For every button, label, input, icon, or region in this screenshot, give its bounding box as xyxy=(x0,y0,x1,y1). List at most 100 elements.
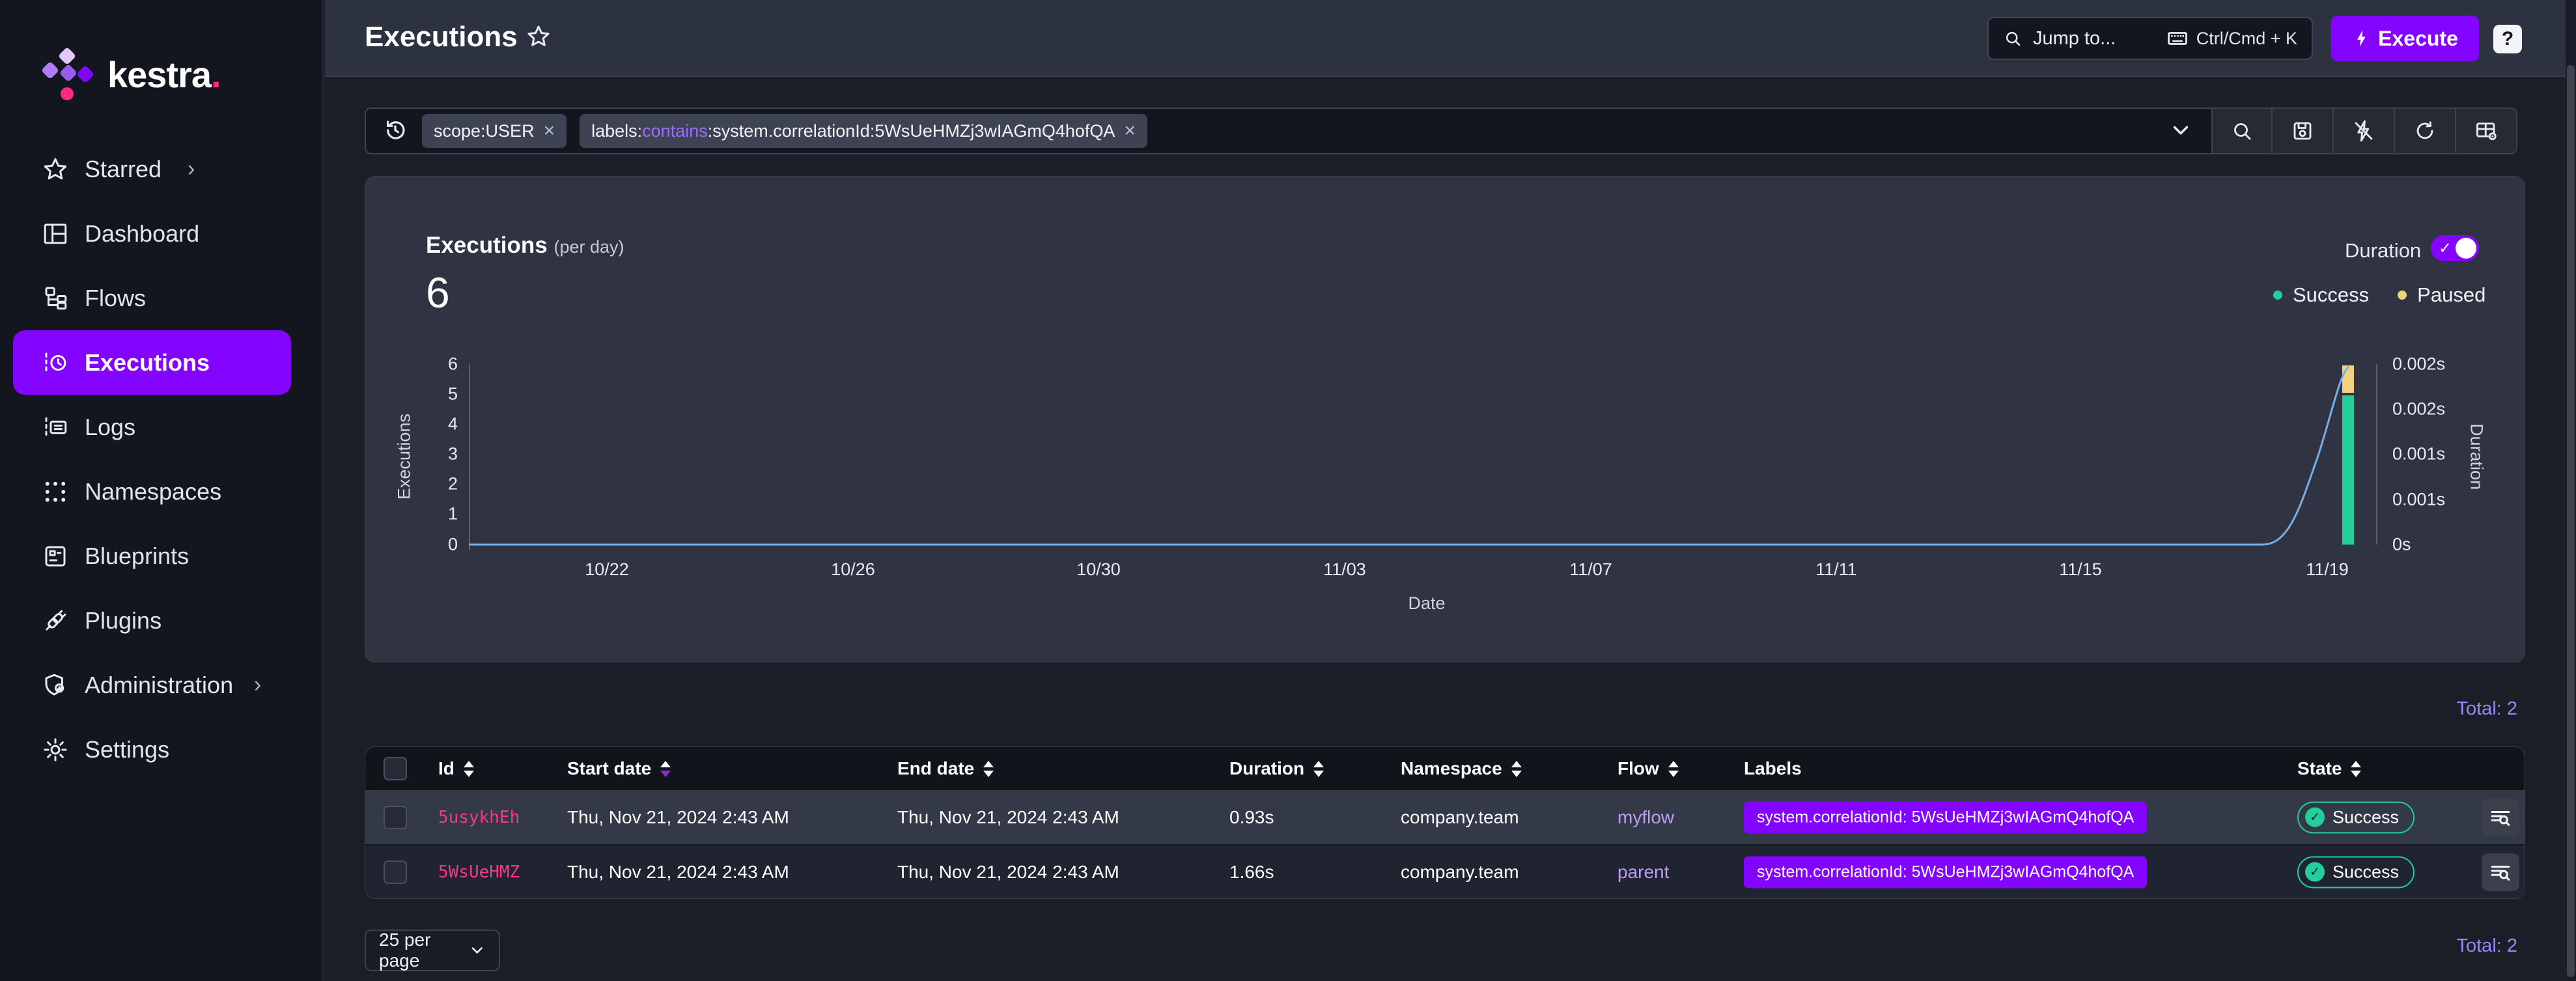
x-tick: 11/07 xyxy=(1569,560,1612,580)
administration-icon xyxy=(41,671,70,700)
keyboard-icon xyxy=(2166,27,2189,50)
filter-input[interactable]: scope:USER × labels:contains:system.corr… xyxy=(365,107,2211,154)
log-search-icon xyxy=(2489,806,2512,829)
chevron-down-icon[interactable] xyxy=(2168,118,2194,144)
sidebar-item-plugins[interactable]: Plugins xyxy=(13,588,291,653)
total-count-top: Total: 2 xyxy=(2322,698,2517,720)
legend-dot-success xyxy=(2273,291,2282,300)
label-chip[interactable]: system.correlationId: 5WsUeHMZj3wIAGmQ4h… xyxy=(1744,856,2147,888)
sidebar-item-dashboard[interactable]: Dashboard xyxy=(13,201,291,266)
chart-subtitle: (per day) xyxy=(553,237,624,257)
per-page-select[interactable]: 25 per page xyxy=(365,930,500,971)
table-row: 5WsUeHMZ Thu, Nov 21, 2024 2:43 AM Thu, … xyxy=(365,844,2525,898)
history-icon[interactable] xyxy=(383,118,409,144)
lightning-icon xyxy=(2352,29,2372,48)
row-details-button[interactable] xyxy=(2482,853,2519,891)
search-icon xyxy=(2003,29,2023,48)
x-axis-label: Date xyxy=(1408,593,1445,614)
column-header-flow[interactable]: Flow xyxy=(1617,758,1679,779)
column-header-start-date[interactable]: Start date xyxy=(567,758,671,779)
chart-title: Executions (per day) xyxy=(426,233,624,259)
sidebar-item-blueprints[interactable]: Blueprints xyxy=(13,524,291,588)
auto-refresh-off-button[interactable] xyxy=(2334,107,2395,154)
y-tick: 2 xyxy=(399,474,458,494)
column-header-duration[interactable]: Duration xyxy=(1229,758,1324,779)
column-header-end-date[interactable]: End date xyxy=(897,758,994,779)
sidebar-item-administration[interactable]: Administration › xyxy=(13,653,291,717)
chart-total: 6 xyxy=(426,268,450,317)
check-icon: ✓ xyxy=(2439,239,2452,258)
kestra-app: kestra. Starred › Dashboard Flows Execut… xyxy=(0,0,2576,981)
chart-plot[interactable] xyxy=(469,364,2377,550)
execution-id-link[interactable]: 5WsUeHMZ xyxy=(438,862,520,882)
right-tick: 0.001s xyxy=(2392,444,2445,464)
duration-toggle[interactable]: ✓ xyxy=(2431,235,2479,261)
y-tick: 1 xyxy=(399,504,458,524)
execution-id-link[interactable]: 5usykhEh xyxy=(438,808,520,827)
executions-icon xyxy=(41,348,70,377)
save-icon xyxy=(2291,119,2314,143)
column-header-state[interactable]: State xyxy=(2297,758,2361,779)
row-checkbox[interactable] xyxy=(384,806,407,829)
chevron-right-icon: › xyxy=(188,156,195,182)
flow-link[interactable]: myflow xyxy=(1617,807,1674,828)
check-icon: ✓ xyxy=(2305,808,2325,827)
kestra-logo[interactable]: kestra. xyxy=(36,47,221,102)
close-icon[interactable]: × xyxy=(1124,120,1136,142)
sort-icons xyxy=(2351,761,2361,777)
help-button[interactable]: ? xyxy=(2493,25,2522,53)
legend-item-success[interactable]: Success xyxy=(2273,283,2369,307)
jump-shortcut: Ctrl/Cmd + K xyxy=(2196,29,2297,49)
sidebar-nav: Starred › Dashboard Flows Executions Log… xyxy=(0,137,324,782)
chart-legend: Success Paused xyxy=(2273,283,2485,307)
jump-to-placeholder: Jump to... xyxy=(2033,28,2116,50)
x-tick: 11/03 xyxy=(1323,560,1366,580)
sidebar-item-settings[interactable]: Settings xyxy=(13,717,291,782)
row-details-button[interactable] xyxy=(2482,799,2519,836)
y-tick: 3 xyxy=(399,444,458,464)
duration-line xyxy=(469,367,2349,545)
label-chip[interactable]: system.correlationId: 5WsUeHMZj3wIAGmQ4h… xyxy=(1744,801,2147,833)
execute-button[interactable]: Execute xyxy=(2331,16,2479,61)
sort-icons xyxy=(1313,761,1324,777)
executions-chart-card: Executions (per day) 6 Duration ✓ Succes… xyxy=(365,176,2525,662)
x-tick: 10/22 xyxy=(585,560,629,580)
x-tick: 11/15 xyxy=(2059,560,2102,580)
filter-search-button[interactable] xyxy=(2211,107,2273,154)
select-all-checkbox[interactable] xyxy=(384,757,407,780)
duration-toggle-label: Duration xyxy=(2345,239,2421,263)
blueprints-icon xyxy=(41,542,70,571)
jump-to-search[interactable]: Jump to... Ctrl/Cmd + K xyxy=(1987,17,2313,60)
refresh-icon xyxy=(2413,119,2437,143)
scrollbar-thumb[interactable] xyxy=(2567,65,2575,977)
favorite-star-button[interactable] xyxy=(525,23,554,52)
namespace: company.team xyxy=(1401,862,1519,883)
filter-chip-labels[interactable]: labels:contains:system.correlationId:5Ws… xyxy=(580,114,1147,148)
sidebar-item-flows[interactable]: Flows xyxy=(13,266,291,330)
sidebar-item-logs[interactable]: Logs xyxy=(13,395,291,459)
refresh-button[interactable] xyxy=(2395,107,2456,154)
x-tick: 10/30 xyxy=(1076,560,1121,580)
table-settings-icon xyxy=(2474,119,2498,143)
topbar: Executions Jump to... Ctrl/Cmd + K Execu… xyxy=(325,0,2576,77)
sidebar-item-starred[interactable]: Starred › xyxy=(13,137,291,201)
column-header-namespace[interactable]: Namespace xyxy=(1401,758,1522,779)
column-header-labels: Labels xyxy=(1744,758,1802,779)
flow-link[interactable]: parent xyxy=(1617,862,1669,883)
check-icon: ✓ xyxy=(2305,862,2325,882)
sort-icons xyxy=(1511,761,1522,777)
sidebar-item-namespaces[interactable]: Namespaces xyxy=(13,459,291,524)
column-header-id[interactable]: Id xyxy=(438,758,474,779)
filter-chip-scope[interactable]: scope:USER × xyxy=(422,114,567,148)
row-checkbox[interactable] xyxy=(384,860,407,884)
save-filter-button[interactable] xyxy=(2273,107,2334,154)
filter-bar: scope:USER × labels:contains:system.corr… xyxy=(365,107,2517,154)
legend-dot-paused xyxy=(2398,291,2407,300)
right-tick: 0.002s xyxy=(2392,399,2445,419)
x-tick: 10/26 xyxy=(831,560,875,580)
table-settings-button[interactable] xyxy=(2456,107,2517,154)
sidebar-item-executions[interactable]: Executions xyxy=(13,330,291,395)
table-header: Id Start date End date Duration Namespac… xyxy=(365,747,2525,790)
legend-item-paused[interactable]: Paused xyxy=(2398,283,2485,307)
close-icon[interactable]: × xyxy=(544,120,555,142)
